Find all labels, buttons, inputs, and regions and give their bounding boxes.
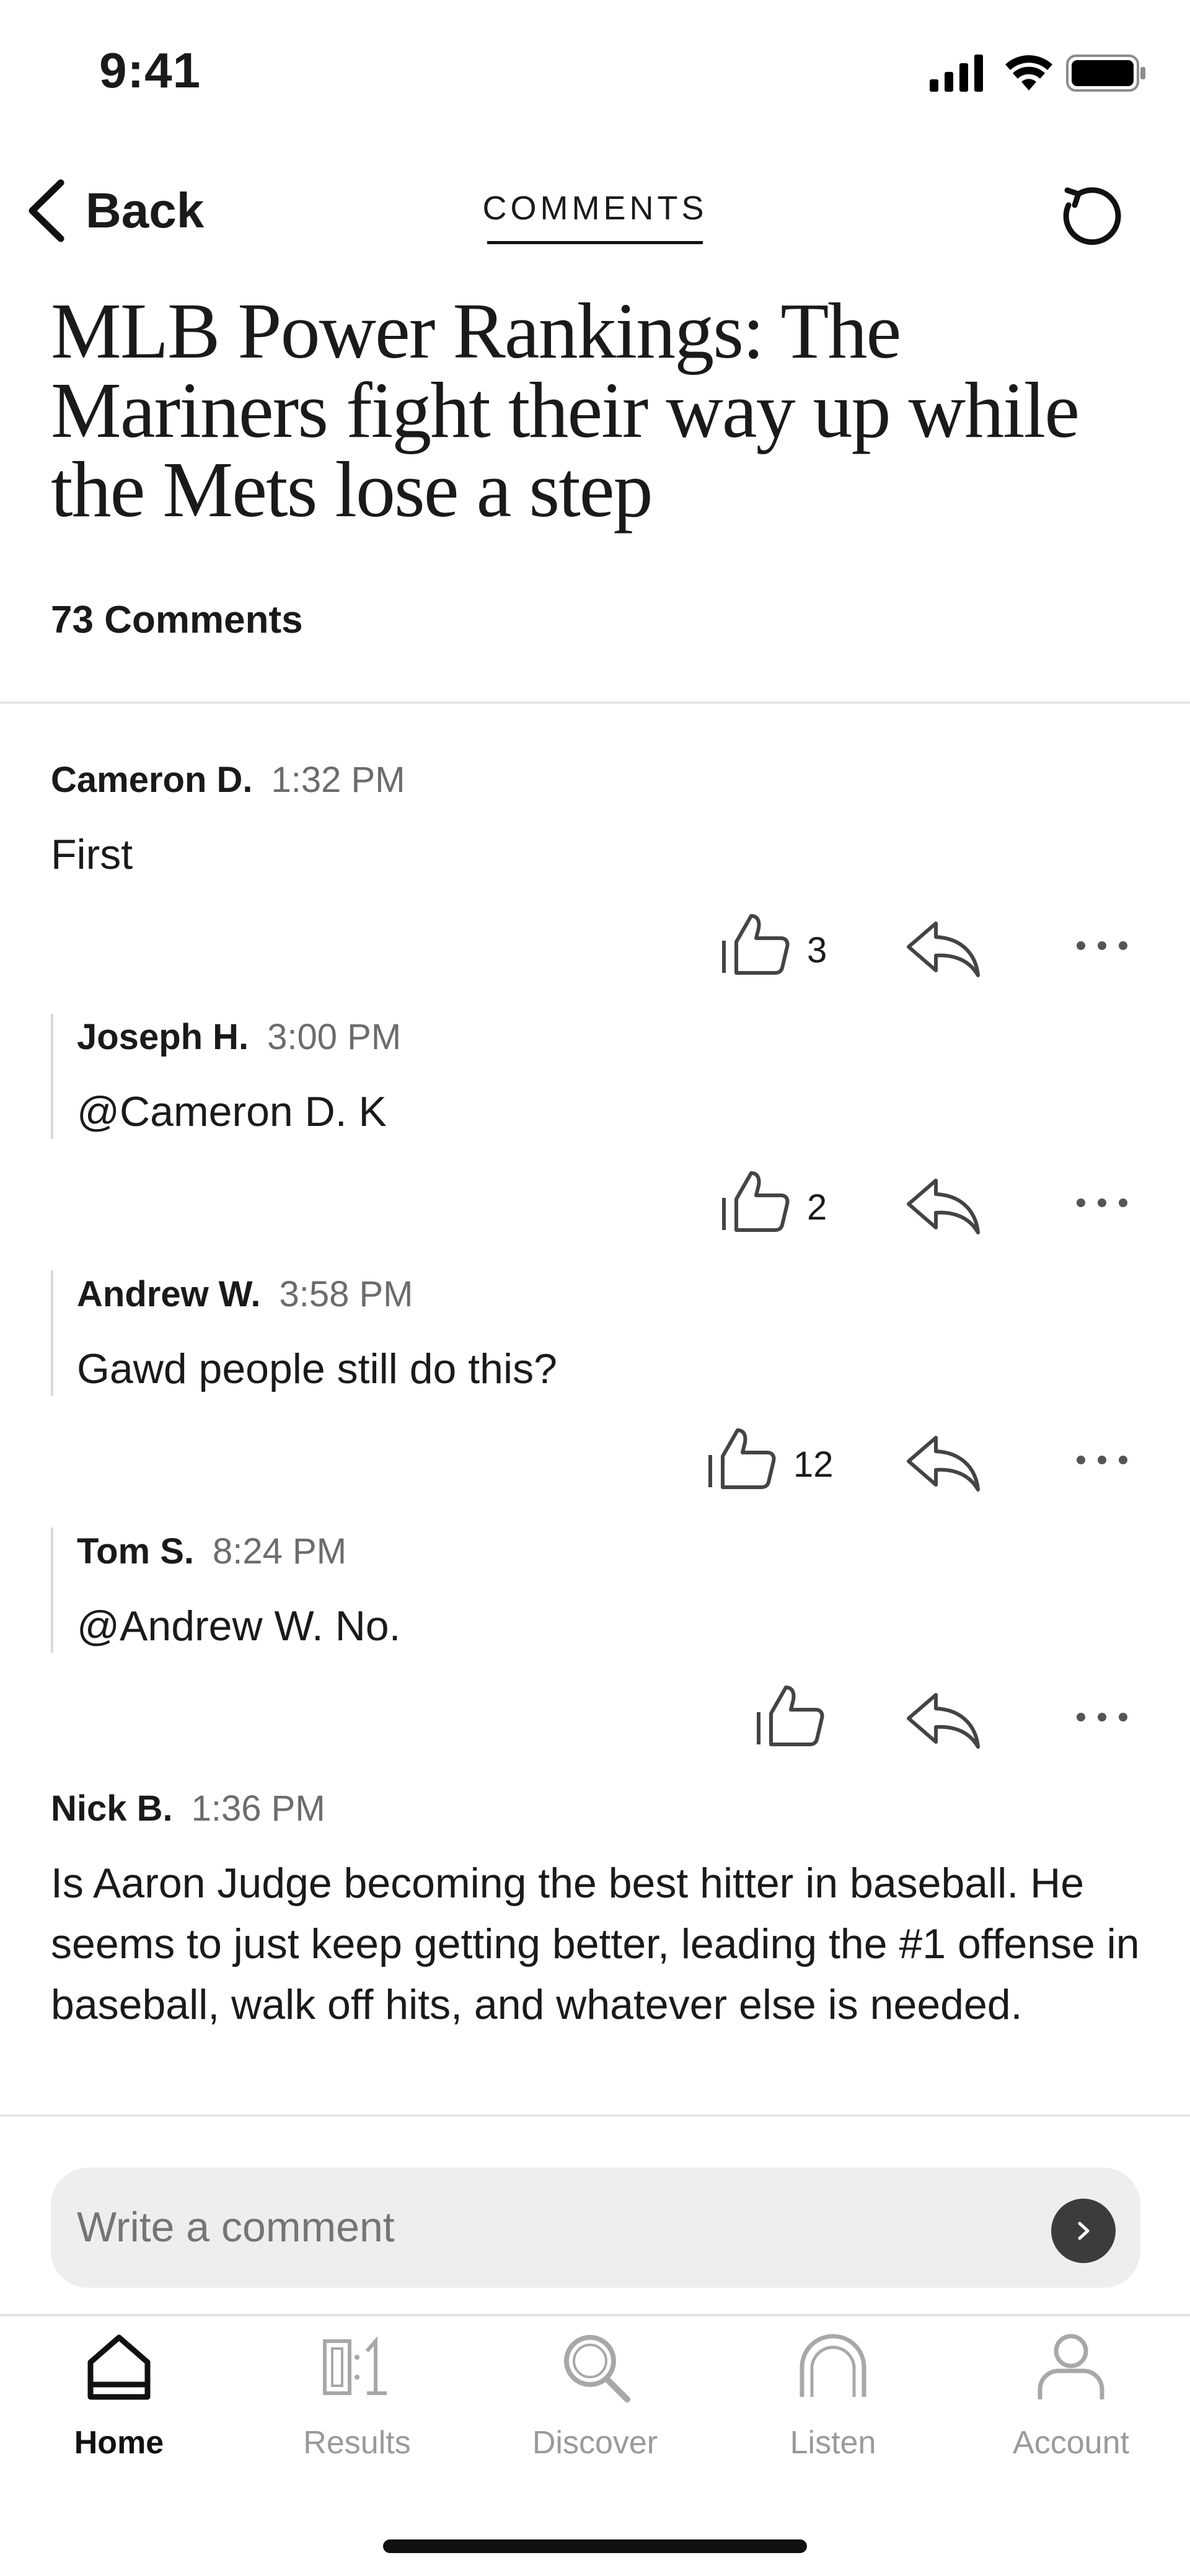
comment-time: 3:00 PM xyxy=(267,1017,402,1057)
comment-time: 1:32 PM xyxy=(271,760,405,800)
reply-icon[interactable] xyxy=(905,1431,982,1493)
status-time: 9:41 xyxy=(99,43,201,98)
divider xyxy=(0,701,1190,704)
tab-label-results: Results xyxy=(303,2425,411,2461)
comment-time: 1:36 PM xyxy=(191,1788,325,1829)
reply-icon[interactable] xyxy=(905,1174,982,1236)
comment-time: 3:58 PM xyxy=(279,1274,413,1314)
tab-label-listen: Listen xyxy=(790,2425,876,2461)
like-count: 2 xyxy=(807,1187,827,1228)
tab-home[interactable] xyxy=(0,2330,238,2407)
reply-indent-bar xyxy=(51,1270,53,1396)
tab-label-discover: Discover xyxy=(532,2425,658,2461)
comment-author[interactable]: Andrew W. xyxy=(77,1274,260,1314)
reply-indent-bar xyxy=(51,1014,53,1139)
article-title: MLB Power Rankings: The Mariners fight t… xyxy=(51,287,1080,534)
reply-indent-bar xyxy=(51,1528,53,1653)
comment-text: First xyxy=(51,831,133,878)
thumbs-up-icon[interactable] xyxy=(719,1168,793,1236)
headphones-icon xyxy=(800,2334,866,2397)
tab-bar-divider xyxy=(0,2314,1190,2316)
refresh-icon[interactable] xyxy=(1054,177,1128,251)
comment-author[interactable]: Joseph H. xyxy=(77,1017,249,1057)
battery-icon xyxy=(1066,55,1145,92)
tab-underline xyxy=(487,241,703,244)
comment-item: Nick B. 1:36 PM xyxy=(51,1788,325,1829)
thumbs-up-icon[interactable] xyxy=(719,911,793,979)
more-options-icon[interactable] xyxy=(1076,1710,1128,1725)
tab-comments[interactable]: COMMENTS xyxy=(0,189,1190,227)
comment-time: 8:24 PM xyxy=(213,1531,347,1572)
divider xyxy=(0,2114,1190,2117)
comment-author[interactable]: Nick B. xyxy=(51,1788,173,1829)
cellular-signal-icon xyxy=(930,55,983,92)
comment-item: Joseph H. 3:00 PM xyxy=(77,1016,401,1058)
reply-icon[interactable] xyxy=(905,1689,982,1751)
comment-text: @Andrew W. No. xyxy=(77,1602,401,1650)
tab-listen[interactable] xyxy=(714,2330,952,2407)
comment-author[interactable]: Cameron D. xyxy=(51,760,253,800)
send-button[interactable] xyxy=(1051,2199,1116,2263)
comment-item: Andrew W. 3:58 PM xyxy=(77,1273,413,1315)
wifi-icon xyxy=(1005,55,1052,90)
comment-input[interactable] xyxy=(77,2203,1007,2251)
tab-label-home: Home xyxy=(74,2425,164,2461)
comment-item: Tom S. 8:24 PM xyxy=(77,1531,346,1572)
search-icon xyxy=(564,2335,630,2402)
more-options-icon[interactable] xyxy=(1076,1195,1128,1210)
comment-text: @Cameron D. K xyxy=(77,1088,387,1135)
tab-account[interactable] xyxy=(952,2330,1190,2407)
comment-text: Is Aaron Judge becoming the best hitter … xyxy=(51,1860,1140,2028)
comment-author[interactable]: Tom S. xyxy=(77,1531,194,1572)
comment-item: Cameron D. 1:32 PM xyxy=(51,759,405,801)
tab-discover[interactable] xyxy=(476,2330,714,2407)
tab-label-account: Account xyxy=(1013,2425,1129,2461)
home-icon xyxy=(87,2334,151,2400)
more-options-icon[interactable] xyxy=(1076,1453,1128,1467)
home-indicator xyxy=(383,2539,807,2553)
chevron-right-icon xyxy=(1078,2222,1090,2240)
thumbs-up-icon[interactable] xyxy=(705,1425,780,1493)
thumbs-up-icon[interactable] xyxy=(754,1682,828,1751)
scoreboard-icon xyxy=(323,2336,387,2395)
like-count: 12 xyxy=(793,1444,834,1485)
comment-text: Gawd people still do this? xyxy=(77,1345,557,1392)
person-icon xyxy=(1038,2334,1104,2399)
comment-count: 73 Comments xyxy=(51,599,303,641)
tab-results[interactable] xyxy=(238,2330,476,2407)
reply-icon[interactable] xyxy=(905,917,982,979)
more-options-icon[interactable] xyxy=(1076,938,1128,953)
like-count: 3 xyxy=(807,930,827,970)
